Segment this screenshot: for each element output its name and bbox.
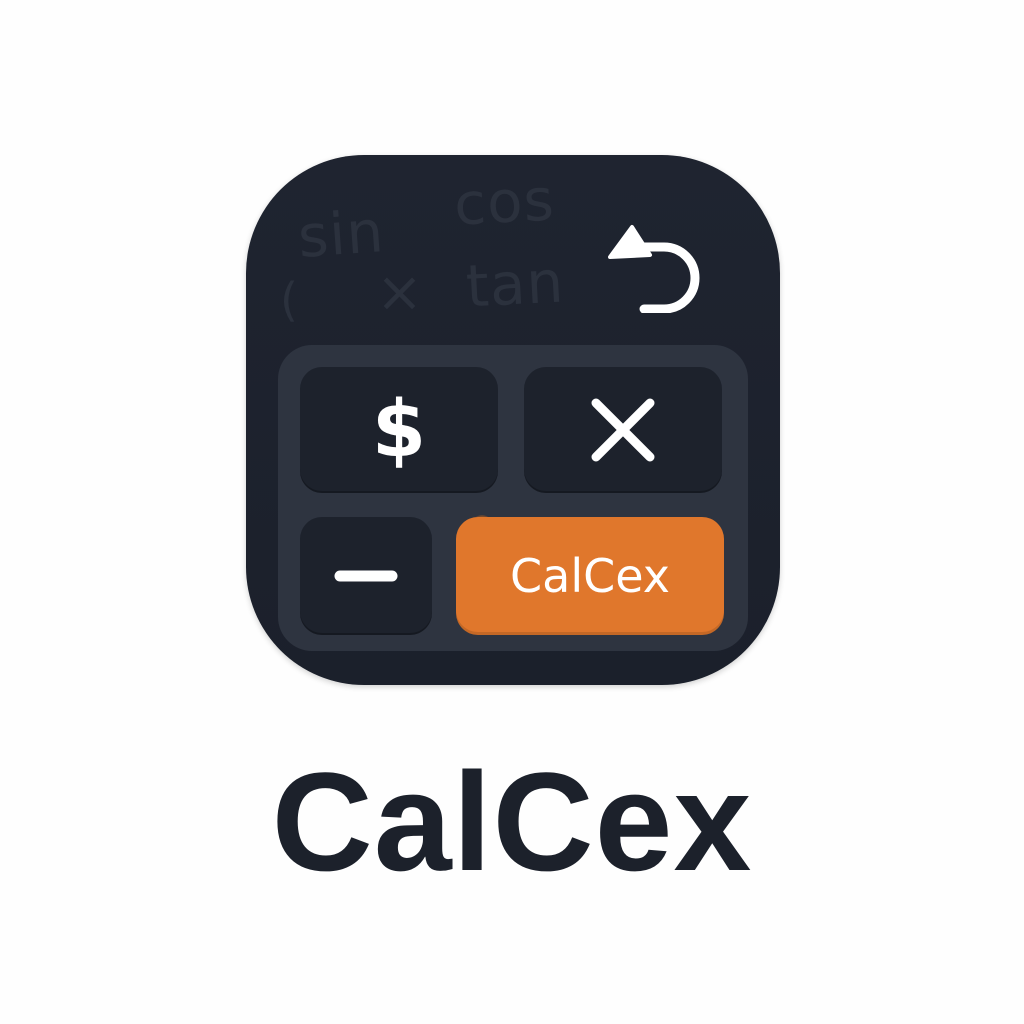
brand-key-label: CalCex [510,549,670,603]
page: sin cos ( × tan $ CalCex CalCex [0,0,1024,1024]
keypad-panel: $ CalCex [278,345,748,651]
close-x-icon [591,398,655,462]
brand-key[interactable]: CalCex [456,517,724,635]
bg-sin-label: sin [295,197,387,271]
bg-times-label: × [376,260,424,325]
bg-cos-label: cos [452,165,557,239]
app-wordmark: CalCex [271,743,753,900]
bg-tan-label: tan [464,247,566,321]
minus-icon [334,570,398,582]
bg-paren-label: ( [280,273,299,327]
minus-key[interactable] [300,517,432,635]
app-icon: sin cos ( × tan $ CalCex [246,155,780,685]
multiply-key[interactable] [524,367,722,493]
dollar-key[interactable]: $ [300,367,498,493]
undo-icon [608,225,700,313]
dollar-key-label: $ [371,385,427,475]
